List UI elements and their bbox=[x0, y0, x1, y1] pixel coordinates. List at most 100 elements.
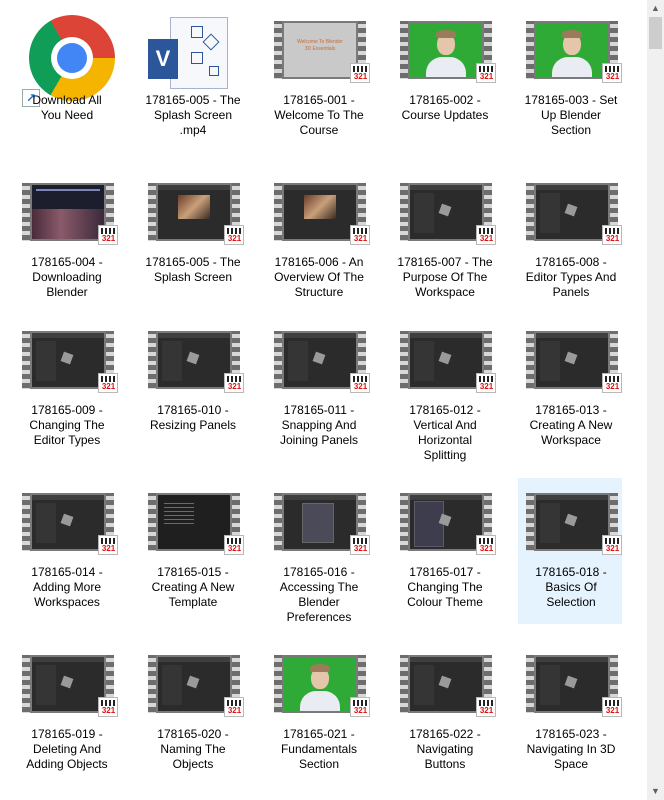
file-thumbnail: 321 bbox=[400, 325, 496, 393]
video-frame bbox=[410, 333, 482, 387]
film-strip-left bbox=[274, 21, 282, 79]
video-frame bbox=[284, 495, 356, 549]
media-player-badge-text: 321 bbox=[605, 382, 620, 391]
scroll-down-arrow-icon[interactable]: ▼ bbox=[647, 783, 664, 800]
file-item[interactable]: 321 178165-012 - Vertical And Horizontal … bbox=[392, 316, 496, 462]
cube-shape bbox=[564, 513, 578, 527]
file-item[interactable]: 321 178165-014 - Adding More Workspaces bbox=[14, 478, 118, 624]
file-name-label: 178165-013 - Creating A New Workspace bbox=[529, 403, 613, 447]
file-thumbnail: 321 bbox=[526, 487, 622, 555]
file-item[interactable]: V 178165-005 - The Splash Screen .mp4 bbox=[140, 6, 244, 152]
splash-image bbox=[178, 195, 210, 219]
media-player-badge-icon: 321 bbox=[476, 697, 496, 717]
file-item[interactable]: 321 178165-005 - The Splash Screen bbox=[140, 168, 244, 314]
video-thumbnail: Welcome To Blender 3D Essentials 321 bbox=[274, 21, 370, 83]
video-thumbnail: 321 bbox=[526, 493, 622, 555]
media-player-badge-icon: 321 bbox=[350, 373, 370, 393]
file-item[interactable]: 321 178165-020 - Naming The Objects bbox=[140, 640, 244, 786]
media-player-badge-icon: 321 bbox=[476, 535, 496, 555]
video-thumbnail: 321 bbox=[22, 493, 118, 555]
file-item[interactable]: 321 178165-017 - Changing The Colour Them… bbox=[392, 478, 496, 624]
file-item[interactable]: 321 178165-006 - An Overview Of The Struc… bbox=[266, 168, 370, 314]
video-frame bbox=[284, 657, 356, 711]
media-player-badge-icon: 321 bbox=[602, 63, 622, 83]
file-item[interactable]: 321 178165-002 - Course Updates bbox=[392, 6, 496, 152]
video-thumbnail: 321 bbox=[274, 493, 370, 555]
scroll-thumb[interactable] bbox=[649, 17, 662, 49]
media-player-badge-icon: 321 bbox=[224, 225, 244, 245]
video-thumbnail: 321 bbox=[22, 331, 118, 393]
media-player-badge-icon: 321 bbox=[476, 373, 496, 393]
diagram-shape bbox=[202, 33, 220, 51]
file-item[interactable]: 321 178165-011 - Snapping And Joining Pan… bbox=[266, 316, 370, 462]
file-item[interactable]: 321 178165-007 - The Purpose Of The Works… bbox=[392, 168, 496, 314]
file-item[interactable]: 321 178165-013 - Creating A New Workspace bbox=[518, 316, 622, 462]
file-item[interactable]: 321 178165-004 - Downloading Blender bbox=[14, 168, 118, 314]
media-player-badge-icon: 321 bbox=[224, 535, 244, 555]
file-thumbnail: ↗ bbox=[22, 15, 115, 107]
video-thumbnail: 321 bbox=[400, 21, 496, 83]
viewport-panel bbox=[540, 341, 560, 381]
video-frame bbox=[536, 657, 608, 711]
scroll-up-arrow-icon[interactable]: ▲ bbox=[647, 0, 664, 17]
file-thumbnail: 321 bbox=[400, 15, 496, 83]
video-frame bbox=[536, 23, 608, 77]
media-player-badge-text: 321 bbox=[101, 706, 116, 715]
media-player-badge-icon: 321 bbox=[350, 697, 370, 717]
video-thumbnail: 321 bbox=[148, 493, 244, 555]
file-name-label: 178165-018 - Basics Of Selection bbox=[535, 565, 607, 609]
file-thumbnail: 321 bbox=[526, 649, 622, 717]
file-thumbnail: 321 bbox=[274, 325, 370, 393]
chrome-icon bbox=[29, 15, 115, 101]
file-thumbnail: 321 bbox=[274, 649, 370, 717]
video-frame bbox=[158, 185, 230, 239]
diagram-shape bbox=[191, 52, 203, 64]
media-player-badge-icon: 321 bbox=[224, 373, 244, 393]
cube-shape bbox=[564, 203, 578, 217]
media-player-badge-text: 321 bbox=[353, 706, 368, 715]
file-thumbnail: 321 bbox=[22, 325, 118, 393]
video-frame bbox=[32, 657, 104, 711]
file-name-label: 178165-002 - Course Updates bbox=[401, 93, 489, 122]
website-banner bbox=[32, 209, 104, 239]
file-item[interactable]: 321 178165-008 - Editor Types And Panels bbox=[518, 168, 622, 314]
file-item[interactable]: 321 178165-019 - Deleting And Adding Obje… bbox=[14, 640, 118, 786]
code-lines bbox=[164, 503, 194, 527]
file-name-label: 178165-010 - Resizing Panels bbox=[149, 403, 237, 432]
file-item[interactable]: 321 178165-010 - Resizing Panels bbox=[140, 316, 244, 462]
video-thumbnail: 321 bbox=[400, 183, 496, 245]
vertical-scrollbar[interactable]: ▲ ▼ bbox=[647, 0, 664, 800]
file-thumbnail: 321 bbox=[148, 325, 244, 393]
file-item[interactable]: 321 178165-022 - Navigating Buttons bbox=[392, 640, 496, 786]
video-thumbnail: 321 bbox=[400, 331, 496, 393]
viewport-panel bbox=[414, 193, 434, 233]
cube-shape bbox=[438, 675, 452, 689]
preferences-window bbox=[302, 503, 334, 543]
file-item[interactable]: 321 178165-009 - Changing The Editor Type… bbox=[14, 316, 118, 462]
presenter-hair bbox=[310, 664, 330, 672]
cube-shape bbox=[564, 351, 578, 365]
file-name-label: 178165-011 - Snapping And Joining Panels bbox=[279, 403, 359, 447]
video-frame bbox=[536, 333, 608, 387]
file-name-label: 178165-008 - Editor Types And Panels bbox=[525, 255, 617, 299]
file-item-shortcut[interactable]: ↗ Download All You Need bbox=[14, 6, 118, 152]
video-frame bbox=[536, 495, 608, 549]
film-strip-left bbox=[400, 21, 408, 79]
media-player-badge-text: 321 bbox=[479, 234, 494, 243]
file-item[interactable]: 321 178165-023 - Navigating In 3D Space bbox=[518, 640, 622, 786]
video-frame bbox=[32, 333, 104, 387]
video-thumbnail: 321 bbox=[526, 655, 622, 717]
viewport-panel bbox=[414, 341, 434, 381]
file-item[interactable]: 321 178165-015 - Creating A New Template bbox=[140, 478, 244, 624]
media-player-badge-icon: 321 bbox=[602, 535, 622, 555]
media-player-badge-text: 321 bbox=[605, 234, 620, 243]
file-item[interactable]: 321 178165-021 - Fundamentals Section bbox=[266, 640, 370, 786]
media-player-badge-text: 321 bbox=[101, 382, 116, 391]
file-item[interactable]: 321 178165-016 - Accessing The Blender Pr… bbox=[266, 478, 370, 624]
visio-logo-icon: V bbox=[148, 39, 178, 79]
file-item[interactable]: 321 178165-003 - Set Up Blender Section bbox=[518, 6, 622, 152]
viewport-panel bbox=[414, 665, 434, 705]
file-item[interactable]: Welcome To Blender 3D Essentials 321 17816… bbox=[266, 6, 370, 152]
media-player-badge-text: 321 bbox=[605, 72, 620, 81]
file-item[interactable]: 321 178165-018 - Basics Of Selection bbox=[518, 478, 622, 624]
